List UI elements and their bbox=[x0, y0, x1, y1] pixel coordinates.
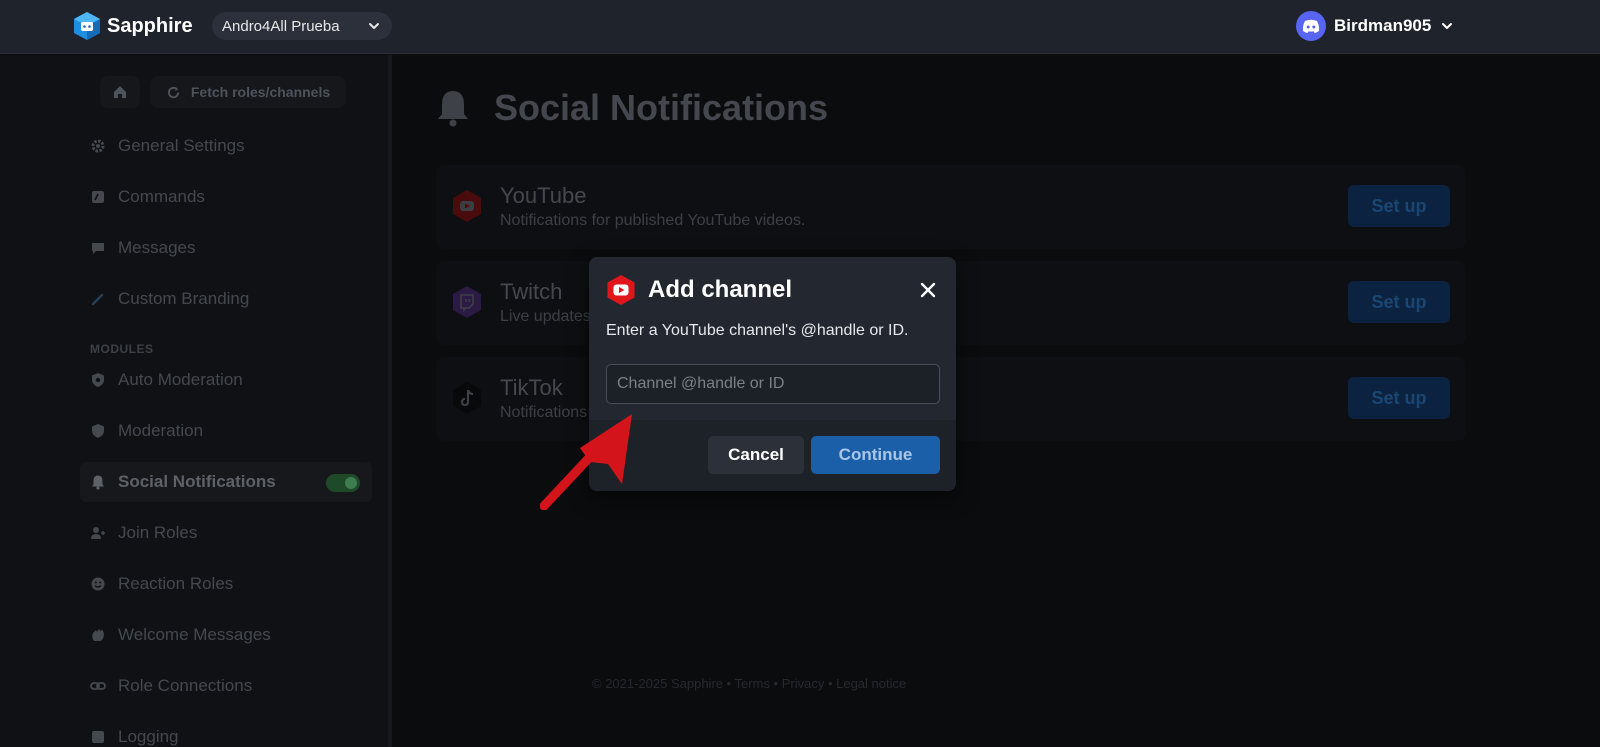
card-title: Twitch bbox=[500, 279, 563, 304]
top-bar: Sapphire Andro4All Prueba Birdman905 bbox=[0, 0, 1600, 54]
shield-gear-icon bbox=[92, 373, 104, 387]
guild-selector-label: Andro4All Prueba bbox=[222, 17, 340, 35]
card-description: Notifications for published YouTube vide… bbox=[500, 212, 806, 229]
close-button[interactable] bbox=[915, 277, 941, 303]
brand-name: Sapphire bbox=[107, 14, 193, 37]
sidebar-item-join-roles[interactable]: Join Roles bbox=[80, 513, 372, 553]
sidebar-item-label: Join Roles bbox=[118, 523, 198, 542]
sidebar-item-messages[interactable]: Messages bbox=[80, 228, 372, 268]
modal-instruction: Enter a YouTube channel's @handle or ID. bbox=[606, 322, 909, 339]
twitch-setup-button[interactable]: Set up bbox=[1348, 281, 1450, 323]
sidebar-item-reaction-roles[interactable]: Reaction Roles bbox=[80, 564, 372, 604]
page-title: Social Notifications bbox=[436, 87, 828, 129]
youtube-setup-button[interactable]: Set up bbox=[1348, 185, 1450, 227]
sidebar-item-label: Role Connections bbox=[118, 676, 253, 695]
bell-icon bbox=[92, 475, 104, 490]
card-title: YouTube bbox=[500, 183, 587, 208]
sapphire-logo-icon bbox=[74, 12, 100, 40]
main-content: Social Notifications YouTube Notificatio… bbox=[396, 55, 1600, 747]
twitch-icon bbox=[453, 286, 481, 318]
channel-handle-input[interactable] bbox=[606, 364, 940, 404]
guild-selector[interactable]: Andro4All Prueba bbox=[212, 12, 392, 40]
sidebar-item-label: Custom Branding bbox=[118, 289, 250, 308]
continue-button[interactable]: Continue bbox=[811, 436, 940, 474]
sidebar-item-label: Auto Moderation bbox=[118, 370, 243, 389]
home-icon bbox=[114, 86, 126, 98]
annotation-arrow-icon bbox=[540, 414, 632, 510]
sidebar-item-label: Logging bbox=[118, 727, 179, 746]
chevron-down-icon bbox=[1442, 23, 1453, 29]
modules-section-label: MODULES bbox=[90, 342, 154, 356]
sidebar-item-social-notifications[interactable]: Social Notifications bbox=[80, 462, 372, 502]
youtube-icon bbox=[607, 275, 635, 305]
brand[interactable]: Sapphire bbox=[72, 10, 193, 42]
refresh-icon bbox=[167, 86, 179, 98]
home-button[interactable] bbox=[100, 76, 140, 108]
youtube-card: YouTube Notifications for published YouT… bbox=[436, 165, 1466, 249]
tiktok-setup-button[interactable]: Set up bbox=[1348, 377, 1450, 419]
brush-icon bbox=[91, 293, 104, 306]
modal-footer: Cancel Continue bbox=[589, 420, 956, 491]
sidebar-item-label: General Settings bbox=[118, 136, 245, 155]
card-description: Live updates bbox=[500, 308, 591, 325]
youtube-icon bbox=[453, 190, 481, 222]
sidebar-toolbar: Fetch roles/channels bbox=[100, 76, 346, 108]
close-icon bbox=[920, 282, 936, 298]
sidebar-item-general-settings[interactable]: General Settings bbox=[80, 126, 372, 166]
command-icon bbox=[92, 191, 104, 203]
sidebar-item-label: Commands bbox=[118, 187, 205, 206]
sidebar-item-label: Moderation bbox=[118, 421, 204, 440]
bell-icon bbox=[438, 91, 468, 127]
sidebar-item-label: Welcome Messages bbox=[118, 625, 271, 644]
sidebar-item-logging[interactable]: Logging bbox=[80, 717, 372, 747]
modal-title: Add channel bbox=[648, 276, 793, 303]
fetch-roles-button[interactable]: Fetch roles/channels bbox=[150, 76, 346, 108]
user-plus-icon bbox=[91, 527, 105, 539]
link-icon bbox=[90, 682, 106, 690]
page-title-text: Social Notifications bbox=[494, 87, 829, 128]
message-icon bbox=[92, 243, 104, 254]
sidebar-item-welcome-messages[interactable]: Welcome Messages bbox=[80, 615, 372, 655]
user-name: Birdman905 bbox=[1334, 16, 1432, 35]
add-channel-modal: Add channel Enter a YouTube channel's @h… bbox=[589, 257, 956, 491]
gear-icon bbox=[91, 139, 105, 153]
sidebar-item-custom-branding[interactable]: Custom Branding bbox=[80, 279, 372, 319]
wave-icon bbox=[92, 629, 104, 641]
sidebar: Fetch roles/channels General Settings Co… bbox=[0, 55, 392, 747]
sidebar-item-commands[interactable]: Commands bbox=[80, 177, 372, 217]
user-menu[interactable]: Birdman905 bbox=[1296, 10, 1453, 42]
sidebar-item-label: Messages bbox=[118, 238, 196, 257]
smile-icon bbox=[91, 577, 105, 591]
cancel-button[interactable]: Cancel bbox=[708, 436, 804, 474]
sidebar-item-moderation[interactable]: Moderation bbox=[80, 411, 372, 451]
fetch-roles-label: Fetch roles/channels bbox=[190, 84, 331, 100]
sidebar-item-role-connections[interactable]: Role Connections bbox=[80, 666, 372, 706]
tiktok-icon bbox=[453, 382, 481, 414]
social-notifications-toggle[interactable] bbox=[326, 474, 360, 492]
card-title: TikTok bbox=[500, 375, 563, 400]
shield-icon bbox=[92, 424, 104, 438]
log-icon bbox=[92, 731, 104, 743]
sidebar-item-auto-moderation[interactable]: Auto Moderation bbox=[80, 360, 372, 400]
page-footer: © 2021-2025 Sapphire • Terms • Privacy •… bbox=[592, 676, 907, 691]
discord-avatar bbox=[1296, 11, 1326, 41]
chevron-down-icon bbox=[369, 23, 379, 29]
sidebar-item-label: Social Notifications bbox=[118, 472, 276, 491]
modal-header: Add channel bbox=[606, 274, 792, 306]
discord-icon bbox=[1302, 19, 1320, 33]
sidebar-item-label: Reaction Roles bbox=[118, 574, 234, 593]
